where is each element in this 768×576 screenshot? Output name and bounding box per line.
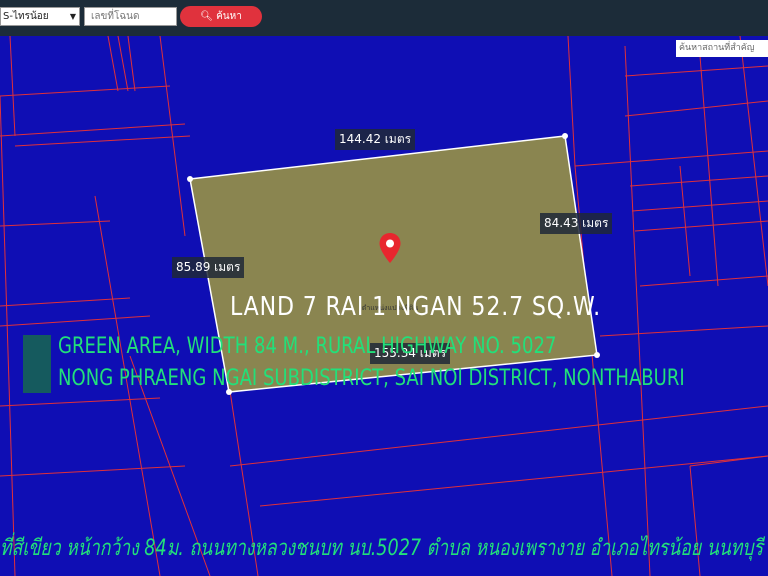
top-edge-length: 144.42 เมตร (335, 129, 416, 150)
district-select[interactable]: S-ไทรน้อย ▼ (0, 7, 80, 26)
green-swatch (23, 335, 51, 393)
thai-caption: ที่สีเขียว หน้ากว้าง 84ม. ถนนทางหลวงชนบท… (0, 536, 764, 561)
search-button-label: ค้นหา (216, 11, 242, 22)
description-line-1: GREEN AREA, WIDTH 84 M., RURAL HIGHWAY N… (58, 334, 557, 359)
land-size-headline: LAND 7 RAI 1 NGAN 52.7 SQ.W. (230, 292, 601, 322)
description-line-2: NONG PHRAENG NGAI SUBDISTRICT, SAI NOI D… (58, 366, 685, 391)
search-button[interactable]: 🔍︎ ค้นหา (180, 6, 262, 27)
top-toolbar: S-ไทรน้อย ▼ เลขที่โฉนด 🔍︎ ค้นหา (0, 0, 768, 36)
right-edge-length: 84.43 เมตร (540, 213, 613, 234)
search-icon: 🔍︎ (200, 11, 213, 22)
location-pin-icon[interactable] (378, 232, 402, 264)
chevron-down-icon: ▼ (69, 12, 76, 21)
left-edge-length: 85.89 เมตร (172, 257, 245, 278)
place-search-input[interactable]: ค้นหาสถานที่สำคัญ (676, 40, 768, 57)
deed-number-input[interactable]: เลขที่โฉนด (84, 7, 177, 26)
district-select-value: S-ไทรน้อย (3, 11, 49, 22)
